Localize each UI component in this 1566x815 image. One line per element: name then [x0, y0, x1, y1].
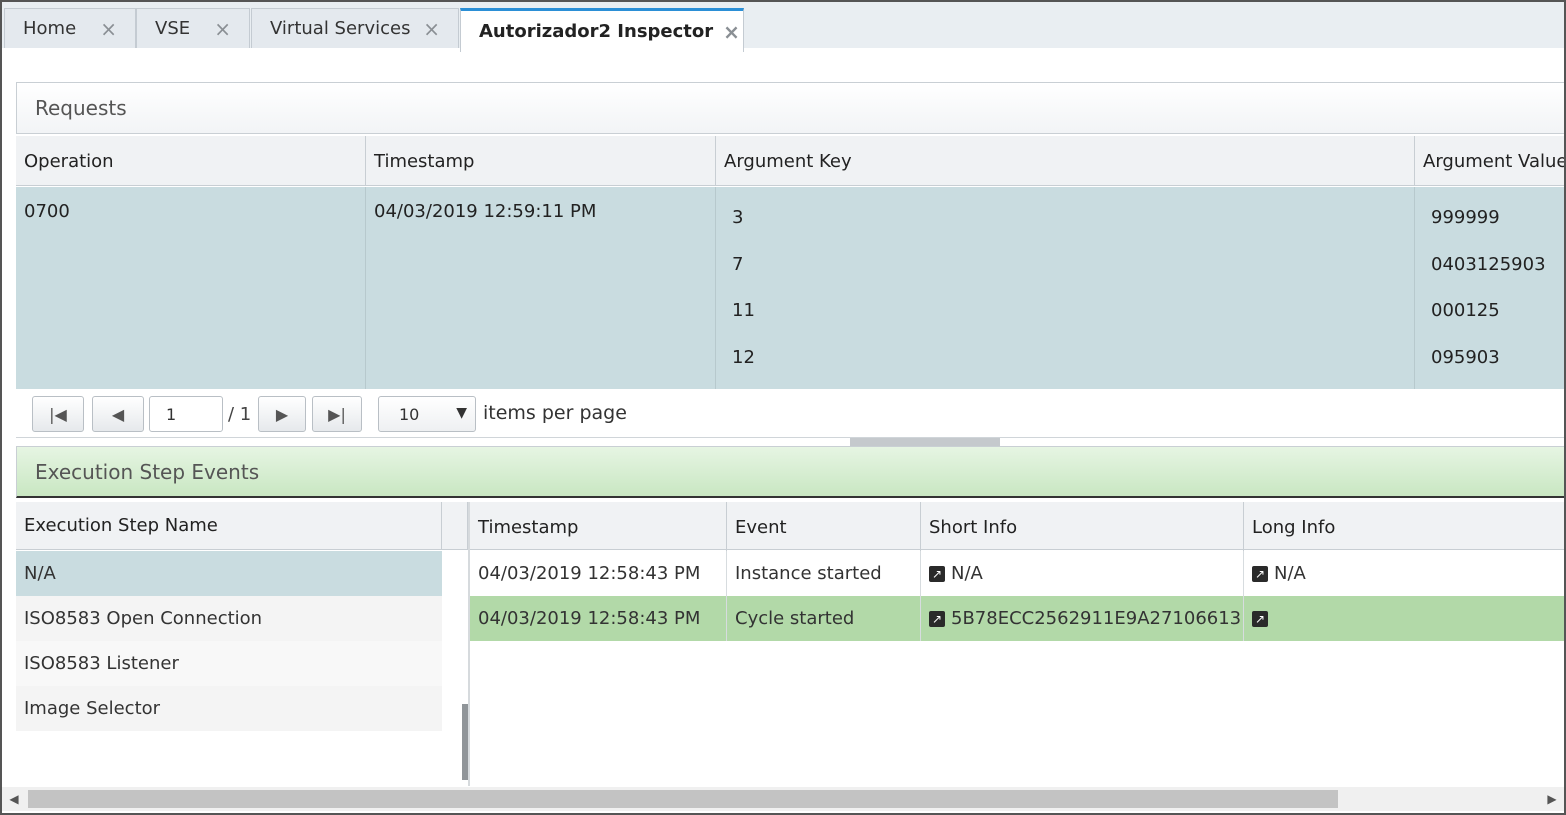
column-event-timestamp[interactable]: Timestamp [470, 502, 727, 552]
prev-page-button[interactable]: ◀ [92, 396, 144, 432]
argument-key: 12 [732, 347, 755, 368]
column-timestamp[interactable]: Timestamp [366, 136, 716, 186]
first-page-icon: |◀ [49, 404, 67, 424]
timestamp-value: 04/03/2019 12:59:11 PM [374, 201, 597, 222]
items-per-page-value: 10 [399, 404, 420, 424]
argument-value: 000125 [1431, 300, 1500, 321]
next-page-icon: ▶ [275, 404, 289, 424]
list-item[interactable]: ISO8583 Listener [16, 641, 442, 686]
short-info-value: 5B78ECC2562911E9A27106613... [951, 608, 1244, 629]
external-link-icon[interactable]: ↗ [1252, 610, 1268, 627]
list-item[interactable]: Image Selector [16, 686, 442, 731]
tab-label: Virtual Services [270, 18, 411, 39]
column-event[interactable]: Event [727, 502, 921, 552]
events-grid-body: 04/03/2019 12:58:43 PM Instance started … [470, 551, 1566, 641]
close-icon[interactable]: × [423, 17, 440, 41]
table-row[interactable]: 04/03/2019 12:58:43 PM Instance started … [470, 551, 1566, 596]
column-spacer [442, 502, 468, 550]
close-icon[interactable]: × [100, 17, 117, 41]
scroll-right-icon[interactable]: ▶ [1544, 790, 1560, 808]
items-per-page-label: items per page [483, 402, 627, 424]
long-info-cell: ↗ N/A [1244, 551, 1566, 596]
prev-page-icon: ◀ [111, 404, 125, 424]
column-operation[interactable]: Operation [16, 136, 366, 186]
operation-cell: 0700 [16, 187, 366, 389]
tab-label: Autorizador2 Inspector [479, 21, 714, 42]
requests-title: Requests [35, 96, 127, 120]
items-per-page-select[interactable]: 10 ▼ [378, 396, 476, 432]
external-link-icon[interactable]: ↗ [1252, 565, 1268, 582]
last-page-icon: ▶| [328, 404, 346, 424]
close-icon[interactable]: × [723, 20, 740, 44]
short-info-cell: ↗ N/A [921, 551, 1244, 596]
requests-panel-header[interactable]: Requests [16, 82, 1566, 134]
external-link-icon[interactable]: ↗ [929, 610, 945, 627]
page-count: / 1 [228, 404, 252, 425]
execution-steps-list: N/A ISO8583 Open Connection ISO8583 List… [16, 551, 442, 731]
argument-value: 095903 [1431, 347, 1500, 368]
short-info-cell: ↗ 5B78ECC2562911E9A27106613... [921, 596, 1244, 641]
column-long-info[interactable]: Long Info [1244, 502, 1566, 552]
timestamp-cell: 04/03/2019 12:59:11 PM [366, 187, 716, 389]
tab-home[interactable]: Home × [4, 8, 136, 48]
long-info-value: N/A [1274, 563, 1306, 584]
scrollbar-thumb[interactable] [28, 790, 1338, 808]
argument-key-cell: 3 7 11 12 [716, 187, 1415, 389]
column-execution-step-name[interactable]: Execution Step Name [16, 502, 442, 550]
tab-label: VSE [155, 18, 191, 39]
short-info-value: N/A [951, 563, 983, 584]
event-timestamp: 04/03/2019 12:58:43 PM [470, 596, 727, 641]
argument-key: 3 [732, 207, 744, 228]
tab-virtual-services[interactable]: Virtual Services × [251, 8, 459, 48]
last-page-button[interactable]: ▶| [312, 396, 362, 432]
events-grid-header: Timestamp Event Short Info Long Info [470, 502, 1566, 552]
horizontal-scrollbar[interactable]: ◀ ▶ [2, 787, 1564, 811]
panel-splitter-handle[interactable] [850, 438, 1000, 446]
list-item[interactable]: ISO8583 Open Connection [16, 596, 442, 641]
requests-grid-header: Operation Timestamp Argument Key Argumen… [16, 136, 1566, 186]
external-link-icon[interactable]: ↗ [929, 565, 945, 582]
list-item[interactable]: N/A [16, 551, 442, 596]
column-argument-key[interactable]: Argument Key [716, 136, 1415, 186]
request-row[interactable]: 0700 04/03/2019 12:59:11 PM 3 7 11 12 99… [16, 187, 1566, 389]
column-argument-values[interactable]: Argument Values [1415, 136, 1566, 186]
execution-title: Execution Step Events [35, 459, 260, 484]
argument-key: 11 [732, 300, 755, 321]
argument-values-cell: 999999 0403125903 000125 095903 [1415, 187, 1566, 389]
tab-autorizador2-inspector[interactable]: Autorizador2 Inspector × [460, 8, 744, 52]
page-number-input[interactable] [149, 396, 223, 432]
long-info-cell: ↗ [1244, 596, 1566, 641]
close-icon[interactable]: × [214, 17, 231, 41]
table-row[interactable]: 04/03/2019 12:58:43 PM Cycle started ↗ 5… [470, 596, 1566, 641]
event-name: Instance started [727, 551, 921, 596]
scroll-left-icon[interactable]: ◀ [6, 790, 22, 808]
tab-label: Home [23, 18, 77, 39]
operation-value: 0700 [24, 201, 70, 222]
tab-bar: Home × VSE × Virtual Services × Autoriza… [2, 2, 1564, 52]
argument-value: 999999 [1431, 207, 1500, 228]
first-page-button[interactable]: |◀ [32, 396, 84, 432]
event-timestamp: 04/03/2019 12:58:43 PM [470, 551, 727, 596]
execution-panel-header[interactable]: Execution Step Events [16, 446, 1566, 498]
dropdown-arrow-icon: ▼ [456, 405, 467, 421]
column-short-info[interactable]: Short Info [921, 502, 1244, 552]
tab-vse[interactable]: VSE × [136, 8, 250, 48]
argument-key: 7 [732, 254, 744, 275]
event-name: Cycle started [727, 596, 921, 641]
next-page-button[interactable]: ▶ [258, 396, 306, 432]
argument-value: 0403125903 [1431, 254, 1546, 275]
pager: |◀ ◀ / 1 ▶ ▶| 10 ▼ items per page [16, 390, 1566, 438]
